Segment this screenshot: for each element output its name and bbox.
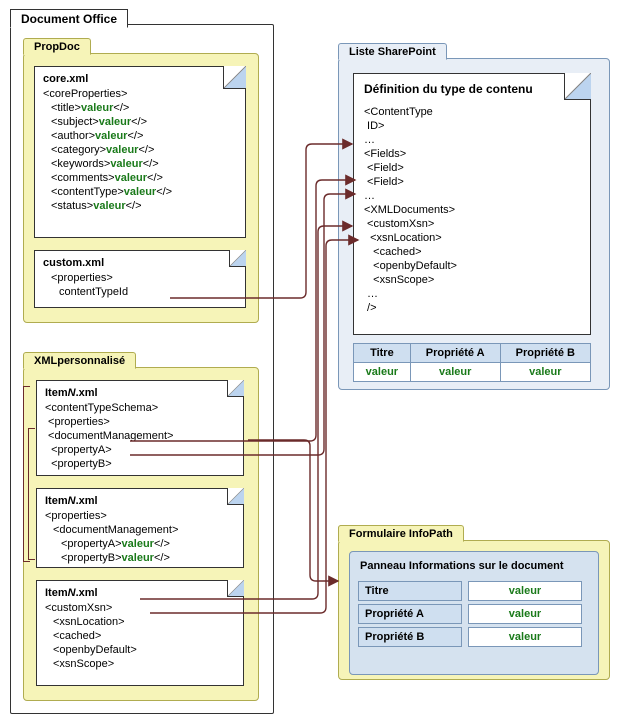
xml-line: <xsnScope> — [45, 657, 235, 671]
sp-line: <xsnScope> — [364, 273, 580, 287]
xml-line: <documentManagement> — [45, 429, 235, 443]
xml-line: <propertyB> — [45, 457, 235, 471]
infopath-panel: Formulaire InfoPath Panneau Informations… — [338, 540, 610, 680]
sp-line: <customXsn> — [364, 217, 580, 231]
infopath-panel-title: Panneau Informations sur le document — [354, 556, 594, 578]
sharepoint-panel: Liste SharePoint Définition du type de c… — [338, 58, 610, 390]
ip-label: Propriété B — [358, 627, 462, 647]
core-line: <comments>valeur</> — [43, 171, 237, 185]
itemn-c-file: ItemN.xml — [45, 587, 98, 599]
sp-line: <cached> — [364, 245, 580, 259]
custom-root: <properties> — [43, 271, 237, 285]
sp-line: <Field> — [364, 161, 580, 175]
custom-xml-file: custom.xml — [43, 257, 237, 269]
dogear-icon — [227, 380, 244, 397]
sp-line: <Fields> — [364, 147, 580, 161]
dogear-icon — [227, 488, 244, 505]
core-line: <keywords>valeur</> — [43, 157, 237, 171]
xml-line: <cached> — [45, 629, 235, 643]
core-root: <coreProperties> — [43, 87, 237, 101]
sp-line: … — [364, 189, 580, 203]
core-line: <author>valeur</> — [43, 129, 237, 143]
ip-field[interactable]: valeur — [468, 627, 582, 647]
sp-line: <openbyDefault> — [364, 259, 580, 273]
xml-line: <propertyA> — [45, 443, 235, 457]
th-titre: Titre — [354, 344, 411, 363]
itemn-b-file: ItemN.xml — [45, 495, 98, 507]
core-line: <category>valeur</> — [43, 143, 237, 157]
infopath-title-real: Formulaire InfoPath — [338, 525, 464, 542]
sp-line: ID> — [364, 119, 580, 133]
ip-label: Titre — [358, 581, 462, 601]
sharepoint-doc-title: Définition du type de contenu — [364, 82, 580, 97]
th-propa: Propriété A — [410, 344, 500, 363]
document-office-title: Document Office — [10, 9, 128, 28]
th-propb: Propriété B — [500, 344, 590, 363]
ip-row-titre: Titre valeur — [358, 581, 590, 601]
td-propb: valeur — [500, 363, 590, 382]
xml-line: <documentManagement> — [45, 523, 235, 537]
core-line: <contentType>valeur</> — [43, 185, 237, 199]
xml-line: <xsnLocation> — [45, 615, 235, 629]
xmlpers-title: XMLpersonnalisé — [23, 352, 136, 369]
custom-child: contentTypeId — [43, 285, 237, 299]
td-titre: valeur — [354, 363, 411, 382]
core-xml-doc: core.xml <coreProperties> <title>valeur<… — [34, 66, 246, 238]
itemn-a-file: ItemN.xml — [45, 387, 98, 399]
ip-field[interactable]: valeur — [468, 581, 582, 601]
sp-line: /> — [364, 301, 580, 315]
core-line: <title>valeur</> — [43, 101, 237, 115]
xmlpers-panel: XMLpersonnalisé ItemN.xml <contentTypeSc… — [23, 367, 259, 701]
infopath-inner: Panneau Informations sur le document Tit… — [349, 551, 599, 675]
propdoc-title: PropDoc — [23, 38, 91, 55]
sp-line: <xsnLocation> — [364, 231, 580, 245]
xml-line: <properties> — [45, 509, 235, 523]
dogear-icon — [229, 250, 246, 267]
sp-line: <Field> — [364, 175, 580, 189]
propdoc-panel: PropDoc core.xml <coreProperties> <title… — [23, 53, 259, 323]
xml-line: <customXsn> — [45, 601, 235, 615]
bracket-icon — [28, 428, 35, 560]
ip-label: Propriété A — [358, 604, 462, 624]
sharepoint-doc: Définition du type de contenu <ContentTy… — [353, 73, 591, 335]
itemn-a-doc: ItemN.xml <contentTypeSchema> <propertie… — [36, 380, 244, 476]
sp-line: <XMLDocuments> — [364, 203, 580, 217]
sharepoint-title: Liste SharePoint — [338, 43, 447, 60]
sp-line: … — [364, 133, 580, 147]
xml-line: <contentTypeSchema> — [45, 401, 235, 415]
td-propa: valeur — [410, 363, 500, 382]
core-xml-file: core.xml — [43, 73, 237, 85]
sp-line: … — [364, 287, 580, 301]
xml-line: <properties> — [45, 415, 235, 429]
itemn-b-doc: ItemN.xml <properties> <documentManageme… — [36, 488, 244, 568]
dogear-icon — [564, 73, 591, 100]
itemn-c-doc: ItemN.xml <customXsn> <xsnLocation> <cac… — [36, 580, 244, 686]
sp-line: <ContentType — [364, 105, 580, 119]
core-line: <subject>valeur</> — [43, 115, 237, 129]
xml-line: <propertyA>valeur</> — [45, 537, 235, 551]
dogear-icon — [227, 580, 244, 597]
sharepoint-list-table: Titre Propriété A Propriété B valeur val… — [353, 343, 591, 382]
ip-field[interactable]: valeur — [468, 604, 582, 624]
xml-line: <propertyB>valeur</> — [45, 551, 235, 565]
core-line: <status>valeur</> — [43, 199, 237, 213]
dogear-icon — [223, 66, 246, 89]
xml-line: <openbyDefault> — [45, 643, 235, 657]
custom-xml-doc: custom.xml <properties> contentTypeId — [34, 250, 246, 308]
document-office-folder: Document Office PropDoc core.xml <corePr… — [10, 24, 274, 714]
ip-row-propa: Propriété A valeur — [358, 604, 590, 624]
ip-row-propb: Propriété B valeur — [358, 627, 590, 647]
